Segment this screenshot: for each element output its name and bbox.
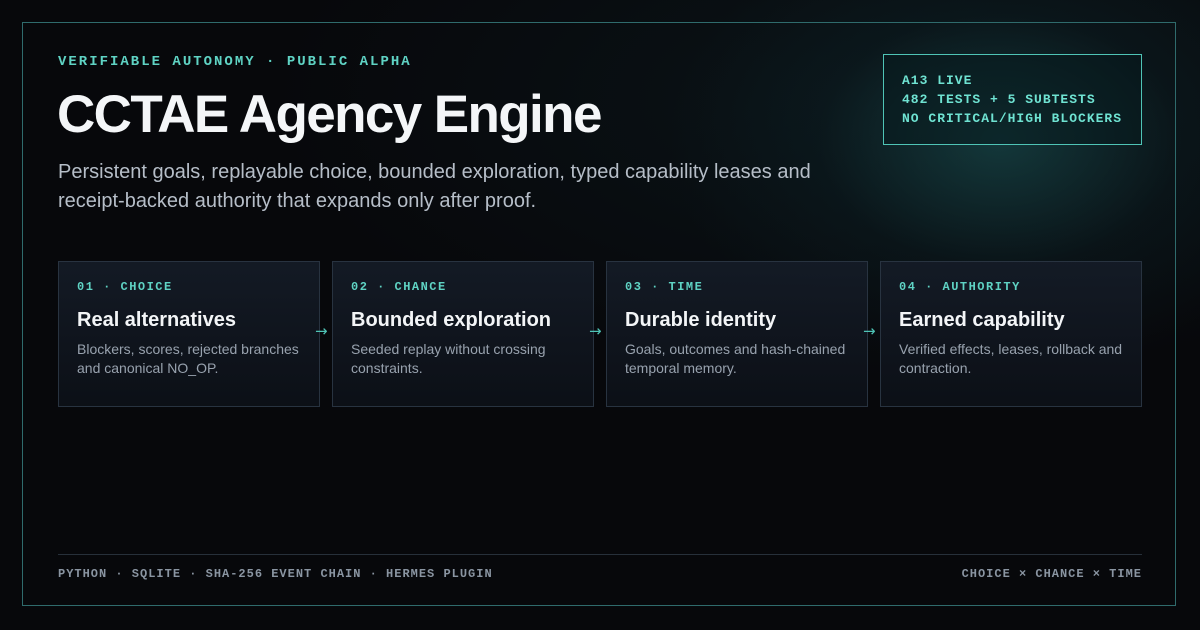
card-authority: 04 · AUTHORITY Earned capability Verifie… <box>880 261 1142 407</box>
status-line-tests: 482 TESTS + 5 SUBTESTS <box>902 92 1096 107</box>
card-choice: 01 · CHOICE Real alternatives Blockers, … <box>58 261 320 407</box>
card-description: Blockers, scores, rejected branches and … <box>77 341 299 376</box>
card-chance: 02 · CHANCE Bounded exploration Seeded r… <box>332 261 594 407</box>
footer-tagline: CHOICE × CHANCE × TIME <box>961 567 1142 581</box>
card-time: 03 · TIME Durable identity Goals, outcom… <box>606 261 868 407</box>
card-title: Earned capability <box>899 309 1065 331</box>
eyebrow-label: VERIFIABLE AUTONOMY · PUBLIC ALPHA <box>58 54 412 70</box>
card-description: Seeded replay without crossing constrain… <box>351 341 546 376</box>
status-badge: A13 LIVE 482 TESTS + 5 SUBTESTS NO CRITI… <box>883 54 1142 145</box>
status-line-blockers: NO CRITICAL/HIGH BLOCKERS <box>902 111 1123 126</box>
card-title: Durable identity <box>625 309 777 331</box>
arrow-right-icon: → <box>315 322 328 340</box>
card-label: 01 · CHOICE <box>77 280 173 294</box>
arrow-right-icon: → <box>589 322 602 340</box>
card-label: 04 · AUTHORITY <box>899 280 1021 294</box>
page-subtitle: Persistent goals, replayable choice, bou… <box>58 161 811 212</box>
footer-divider <box>58 554 1142 555</box>
social-card: VERIFIABLE AUTONOMY · PUBLIC ALPHA CCTAE… <box>0 0 1200 630</box>
footer-tech-stack: PYTHON · SQLITE · SHA-256 EVENT CHAIN · … <box>58 567 493 581</box>
card-description: Goals, outcomes and hash-chained tempora… <box>625 341 846 376</box>
card-title: Real alternatives <box>77 309 236 331</box>
page-title: CCTAE Agency Engine <box>57 85 602 144</box>
card-label: 02 · CHANCE <box>351 280 447 294</box>
arrow-right-icon: → <box>863 322 876 340</box>
card-description: Verified effects, leases, rollback and c… <box>899 341 1123 376</box>
card-label: 03 · TIME <box>625 280 704 294</box>
status-line-live: A13 LIVE <box>902 73 973 88</box>
card-title: Bounded exploration <box>351 309 551 331</box>
